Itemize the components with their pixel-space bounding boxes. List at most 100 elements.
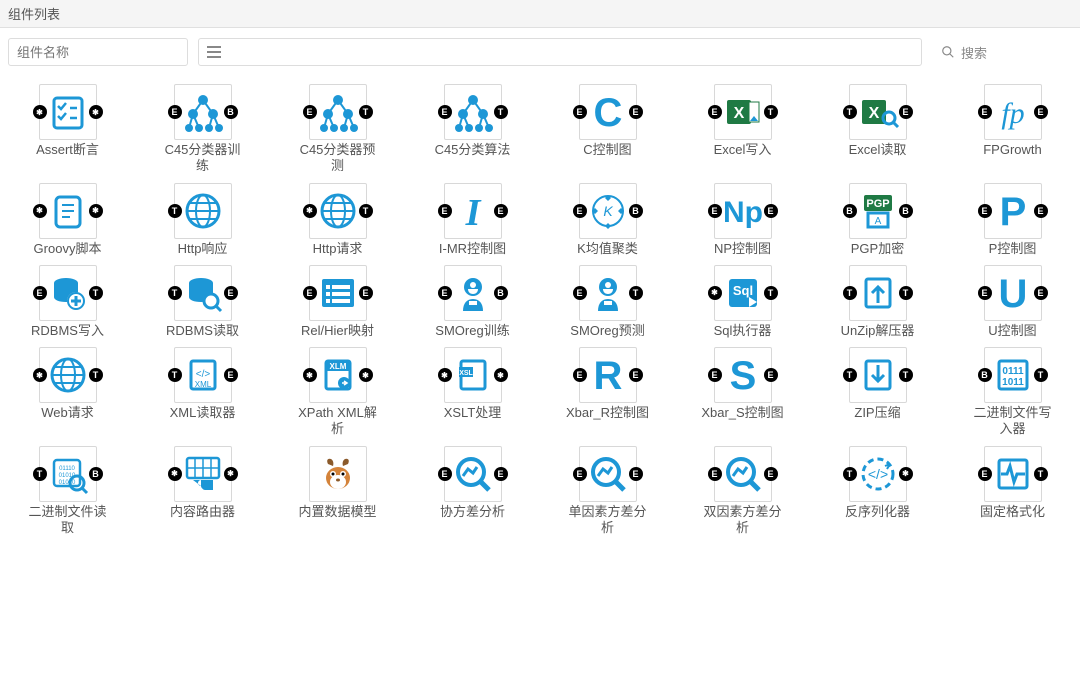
component-item[interactable]: Assert断言 [0, 80, 135, 179]
component-item[interactable]: EE协方差分析 [405, 442, 540, 541]
port-right: E [1034, 105, 1048, 119]
component-icon-excel-down: ET [714, 84, 772, 140]
component-icon-checklist [39, 84, 97, 140]
component-icon-analysis: EE [579, 446, 637, 502]
component-label: C45分类算法 [430, 142, 515, 158]
component-label: ZIP压缩 [835, 405, 920, 421]
component-item[interactable]: T反序列化器 [810, 442, 945, 541]
component-label: RDBMS读取 [160, 323, 245, 339]
port-right: E [224, 368, 238, 382]
port-right [89, 105, 103, 119]
component-item[interactable]: ETSMOreg预测 [540, 261, 675, 343]
component-item[interactable]: EE双因素方差分析 [675, 442, 810, 541]
component-icon-bin-search: TB [39, 446, 97, 502]
port-right: E [629, 467, 643, 481]
name-filter-input[interactable] [8, 38, 188, 66]
component-item[interactable]: THttp请求 [270, 179, 405, 261]
port-left: T [33, 467, 47, 481]
port-right: T [359, 204, 373, 218]
component-icon-tree: ET [444, 84, 502, 140]
component-icon-tree: EB [174, 84, 232, 140]
component-item[interactable]: EE U控制图 [945, 261, 1080, 343]
component-label: XML读取器 [160, 405, 245, 421]
component-item[interactable]: EEXbar_S控制图 [675, 343, 810, 442]
port-right: T [764, 286, 778, 300]
component-item[interactable]: BBPGP加密 [810, 179, 945, 261]
component-label: Http响应 [160, 241, 245, 257]
category-select[interactable] [198, 38, 922, 66]
component-icon-analysis: EE [444, 446, 502, 502]
component-label: 内置数据模型 [295, 504, 380, 520]
component-item[interactable]: ETRDBMS写入 [0, 261, 135, 343]
port-right: T [359, 105, 373, 119]
port-right: E [899, 105, 913, 119]
component-icon-unzip: TT [849, 265, 907, 321]
component-item[interactable]: ETC45分类器预测 [270, 80, 405, 179]
component-item[interactable]: EBSMOreg训练 [405, 261, 540, 343]
component-item[interactable]: ETExcel写入 [675, 80, 810, 179]
component-label: PGP加密 [835, 241, 920, 257]
port-right: E [764, 467, 778, 481]
component-item[interactable]: TTZIP压缩 [810, 343, 945, 442]
component-item[interactable]: EE单因素方差分析 [540, 442, 675, 541]
component-item[interactable]: TWeb请求 [0, 343, 135, 442]
port-right: T [494, 105, 508, 119]
port-left: E [978, 105, 992, 119]
port-left: E [438, 105, 452, 119]
component-icon-person: EB [444, 265, 502, 321]
component-label: Rel/Hier映射 [295, 323, 380, 339]
port-right [224, 467, 238, 481]
component-item[interactable]: TTUnZip解压器 [810, 261, 945, 343]
port-right: E [224, 286, 238, 300]
port-left: E [303, 286, 317, 300]
component-item[interactable]: EEC控制图 [540, 80, 675, 179]
component-item[interactable]: THttp响应 [135, 179, 270, 261]
component-item[interactable]: EBK均值聚类 [540, 179, 675, 261]
port-right: B [89, 467, 103, 481]
component-item[interactable]: EE Rel/Hier映射 [270, 261, 405, 343]
port-left [33, 368, 47, 382]
component-item[interactable]: XSLT处理 [405, 343, 540, 442]
component-item[interactable]: ETC45分类算法 [405, 80, 540, 179]
component-item[interactable]: EEP控制图 [945, 179, 1080, 261]
component-item[interactable]: EEXbar_R控制图 [540, 343, 675, 442]
search-box[interactable]: 搜索 [932, 38, 1072, 66]
port-left: E [978, 204, 992, 218]
component-item[interactable]: EEFPGrowth [945, 80, 1080, 179]
component-item[interactable]: EBC45分类器训练 [135, 80, 270, 179]
port-left [303, 204, 317, 218]
component-item[interactable]: TB二进制文件读取 [0, 442, 135, 541]
component-item[interactable]: 内容路由器 [135, 442, 270, 541]
component-item[interactable]: TSql执行器 [675, 261, 810, 343]
component-icon-deserial: T [849, 446, 907, 502]
component-item[interactable]: EEI-MR控制图 [405, 179, 540, 261]
port-left: E [978, 286, 992, 300]
component-icon-db-search: TE [174, 265, 232, 321]
component-icon-table-bars: EE [309, 265, 367, 321]
port-right [89, 204, 103, 218]
component-item[interactable]: 内置数据模型 [270, 442, 405, 541]
component-item[interactable]: BT二进制文件写入器 [945, 343, 1080, 442]
component-item[interactable]: XPath XML解析 [270, 343, 405, 442]
component-label: 双因素方差分析 [700, 504, 785, 537]
component-item[interactable]: TEXML读取器 [135, 343, 270, 442]
component-label: U控制图 [970, 323, 1055, 339]
component-item[interactable]: TEExcel读取 [810, 80, 945, 179]
component-item[interactable]: EENP控制图 [675, 179, 810, 261]
search-icon [941, 45, 955, 59]
component-icon-letter-u: EE [984, 265, 1042, 321]
component-icon-globe: T [39, 347, 97, 403]
port-left [303, 368, 317, 382]
component-label: SMOreg预测 [565, 323, 650, 339]
port-right: T [629, 286, 643, 300]
component-label: 固定格式化 [970, 504, 1055, 520]
port-right: T [899, 286, 913, 300]
component-label: RDBMS写入 [25, 323, 110, 339]
component-item[interactable]: ET固定格式化 [945, 442, 1080, 541]
port-left: T [168, 286, 182, 300]
component-item[interactable]: Groovy脚本 [0, 179, 135, 261]
component-icon-letter-c: EE [579, 84, 637, 140]
component-item[interactable]: TERDBMS读取 [135, 261, 270, 343]
component-label: Xbar_S控制图 [700, 405, 785, 421]
port-right: E [764, 204, 778, 218]
